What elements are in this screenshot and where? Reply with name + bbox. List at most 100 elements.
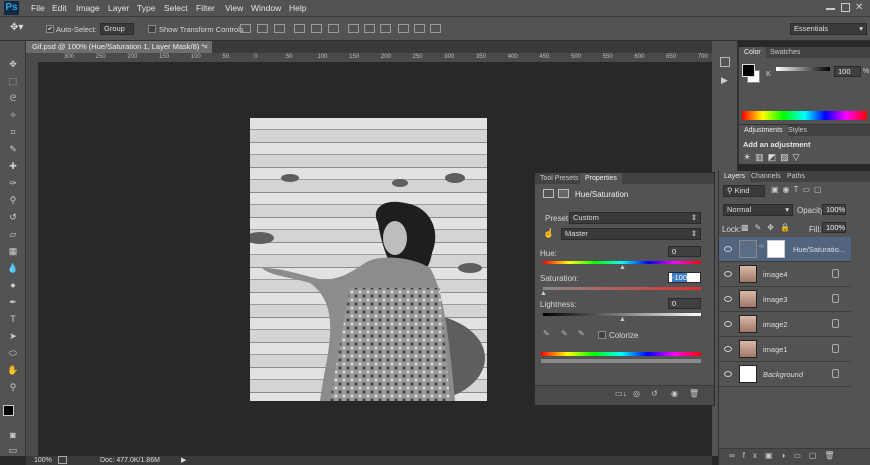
foreground-color-swatch[interactable] [3,405,14,416]
status-menu-arrow-icon[interactable]: ▶ [181,456,186,465]
layer-filter-icons[interactable]: ▣◉T▭▢ [771,185,826,194]
move-tool-icon[interactable]: ✥ [5,58,21,71]
path-selection-icon[interactable]: ➤ [5,330,21,343]
tab-adjustments[interactable]: Adjustments [739,125,788,136]
hue-field[interactable]: 0 [668,246,701,257]
menu-image[interactable]: Image [76,3,100,13]
document-image[interactable] [250,118,487,401]
dodge-tool-icon[interactable]: ● [5,279,21,292]
distribute-left-icon[interactable] [398,24,409,33]
layer-row-background[interactable]: Background [719,362,851,387]
visibility-eye-icon[interactable] [724,271,732,277]
adjustment-icons[interactable]: ☀▥◩▨▽ [743,152,804,163]
reset-icon[interactable]: ↺ [651,389,658,398]
menu-file[interactable]: File [31,3,45,13]
layer-row-image1[interactable]: image1 [719,337,851,362]
blur-tool-icon[interactable]: 💧 [5,262,21,275]
align-hcenter-icon[interactable] [311,24,322,33]
align-top-icon[interactable] [240,24,251,33]
view-previous-icon[interactable]: ◎ [633,389,640,398]
tab-styles[interactable]: Styles [783,125,812,136]
menu-filter[interactable]: Filter [196,3,215,13]
healing-brush-icon[interactable]: ✚ [5,160,21,173]
hand-tool-icon[interactable]: ✋ [5,364,21,377]
visibility-toggle-icon[interactable]: ◉ [671,389,678,398]
zoom-level[interactable]: 100% [34,456,52,465]
menu-help[interactable]: Help [289,3,306,13]
layer-row-image2[interactable]: image2 [719,312,851,337]
channel-dropdown[interactable]: Master ⇕ [561,228,701,240]
layer-footer-icons[interactable]: ∞fx▣◑▭▢🗑 [729,451,843,460]
actions-play-icon[interactable]: ▶ [721,75,728,86]
close-icon[interactable]: ✕ [855,3,867,13]
fill-field[interactable]: 100% [822,222,846,233]
menu-layer[interactable]: Layer [108,3,129,13]
visibility-eye-icon[interactable] [724,296,732,302]
quick-mask-icon[interactable]: ◙ [5,429,21,442]
status-info-icon[interactable] [58,456,67,464]
crop-tool-icon[interactable]: ⌗ [5,126,21,139]
menu-view[interactable]: View [225,3,243,13]
colorize-checkbox[interactable] [598,331,606,339]
minimize-icon[interactable] [826,8,835,10]
visibility-eye-icon[interactable] [724,246,732,252]
distribute-vcenter-icon[interactable] [364,24,375,33]
mask-icon[interactable] [558,189,569,198]
gradient-tool-icon[interactable]: ▦ [5,245,21,258]
blend-mode-dropdown[interactable]: Normal ▾ [723,204,793,216]
visibility-eye-icon[interactable] [724,371,732,377]
align-left-icon[interactable] [294,24,305,33]
lasso-tool-icon[interactable]: ᘓ [5,92,21,105]
marquee-tool-icon[interactable]: ⬚ [5,75,21,88]
tab-color[interactable]: Color [739,47,766,58]
k-slider[interactable] [776,67,830,71]
eyedropper-sample-icon[interactable]: ✎ [543,329,550,338]
distribute-top-icon[interactable] [348,24,359,33]
layer-row-image3[interactable]: image3 [719,287,851,312]
maximize-icon[interactable] [841,3,850,12]
layer-mask-thumbnail[interactable] [767,240,785,258]
lightness-slider-thumb[interactable]: ▲ [619,316,626,323]
visibility-eye-icon[interactable] [724,321,732,327]
history-brush-icon[interactable]: ↺ [5,211,21,224]
visibility-eye-icon[interactable] [724,346,732,352]
tab-tool-presets[interactable]: Tool Presets [535,173,584,184]
workspace-dropdown[interactable]: Essentials ▾ [790,23,867,35]
lightness-field[interactable]: 0 [668,298,701,309]
menu-edit[interactable]: Edit [52,3,67,13]
distribute-right-icon[interactable] [430,24,441,33]
preset-dropdown[interactable]: Custom ⇕ [569,212,701,224]
shape-tool-icon[interactable]: ⬭ [5,347,21,360]
tab-channels[interactable]: Channels [746,171,786,182]
move-tool-icon[interactable]: ✥▾ [10,22,28,35]
link-chain-icon[interactable]: ∞ [759,243,764,250]
targeted-adjustment-icon[interactable]: ☝ [543,228,554,239]
layer-filter-dropdown[interactable]: ⚲ Kind [723,185,765,197]
auto-select-dropdown[interactable]: Group [100,23,134,35]
opacity-field[interactable]: 100% [822,204,846,215]
menu-type[interactable]: Type [137,3,155,13]
tab-properties[interactable]: Properties [580,173,622,184]
clone-stamp-icon[interactable]: ⚲ [5,194,21,207]
eyedropper-add-icon[interactable]: ✎ [561,329,568,338]
history-panel-icon[interactable] [720,57,730,67]
type-tool-icon[interactable]: T [5,313,21,326]
close-tab-icon[interactable]: × [204,41,208,53]
auto-select-checkbox[interactable] [46,25,54,33]
tab-paths[interactable]: Paths [782,171,810,182]
layer-row-hue-saturation[interactable]: ∞ Hue/Saturatio... [719,237,851,262]
hue-slider-thumb[interactable]: ▲ [619,264,626,271]
distribute-bottom-icon[interactable] [380,24,391,33]
color-foreground-swatch[interactable] [742,64,755,77]
color-spectrum[interactable] [742,111,867,120]
eyedropper-subtract-icon[interactable]: ✎ [578,329,585,338]
saturation-slider-thumb[interactable]: ▲ [540,290,547,297]
delete-adjustment-icon[interactable]: 🗑 [689,389,699,398]
menu-window[interactable]: Window [251,3,281,13]
saturation-field[interactable]: -100 [668,272,701,283]
align-bottom-icon[interactable] [274,24,285,33]
pen-tool-icon[interactable]: ✒ [5,296,21,309]
k-value-field[interactable]: 100 [834,66,861,77]
layer-row-image4[interactable]: image4 [719,262,851,287]
brush-tool-icon[interactable]: ✑ [5,177,21,190]
